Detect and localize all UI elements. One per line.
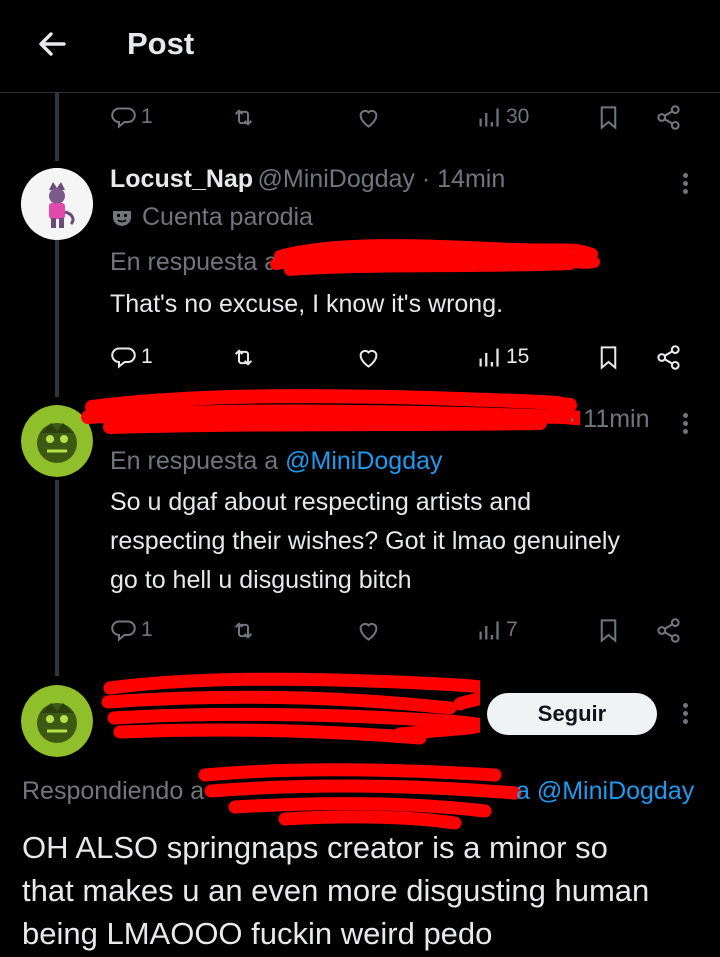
- parody-badge: Cuenta parodia: [110, 203, 313, 232]
- retweet-button[interactable]: [230, 340, 257, 374]
- redaction-scribble: [101, 672, 480, 745]
- retweet-button[interactable]: [230, 613, 257, 647]
- views-button[interactable]: 30: [475, 100, 529, 134]
- thread-line: [55, 240, 59, 397]
- like-button[interactable]: [355, 613, 382, 647]
- share-button[interactable]: [655, 340, 682, 374]
- reply-icon: [111, 619, 136, 642]
- reply-prefix: En respuesta a: [110, 248, 279, 276]
- follow-button[interactable]: Seguir: [487, 693, 657, 735]
- avatar[interactable]: [21, 168, 93, 240]
- display-name[interactable]: Locust_Nap: [110, 165, 253, 193]
- avatar-image: [21, 168, 93, 240]
- action-bar: 1 30: [110, 100, 690, 134]
- views-icon: [479, 108, 499, 126]
- user-handle[interactable]: @MiniDogday: [258, 165, 415, 193]
- redaction-scribble: [270, 239, 600, 276]
- reply-to-link[interactable]: a @MiniDogday: [516, 777, 694, 806]
- views-count: 15: [506, 345, 530, 368]
- reply-button[interactable]: 1: [110, 100, 153, 134]
- avatar-image: [21, 685, 93, 757]
- heart-icon: [359, 109, 378, 128]
- bookmark-button[interactable]: [595, 340, 622, 374]
- heart-icon: [359, 622, 378, 641]
- post-header: Locust_Nap @MiniDogday · 14min: [110, 165, 505, 194]
- reply-context: En respuesta a @MiniDogday: [110, 447, 443, 476]
- back-arrow-icon[interactable]: [34, 26, 70, 62]
- more-options-icon[interactable]: [676, 410, 694, 440]
- views-icon: [479, 621, 499, 639]
- views-icon: [479, 348, 499, 366]
- avatar-image: [21, 405, 93, 477]
- action-bar: 1 15: [110, 340, 690, 374]
- post-text: That's no excuse, I know it's wrong.: [110, 290, 504, 318]
- share-icon: [657, 344, 680, 370]
- share-icon: [657, 617, 680, 643]
- reply-icon: [111, 106, 136, 129]
- reply-to-handle[interactable]: a @MiniDogday: [516, 777, 694, 805]
- badge-label: Cuenta parodia: [142, 203, 313, 231]
- share-button[interactable]: [655, 613, 682, 647]
- timestamp: · 11min: [568, 405, 650, 433]
- like-button[interactable]: [355, 340, 382, 374]
- retweet-icon: [234, 108, 253, 126]
- reply-count: 1: [141, 345, 153, 368]
- views-button[interactable]: 7: [475, 613, 518, 647]
- thread-line: [55, 480, 59, 676]
- reply-count: 1: [141, 105, 153, 128]
- reply-button[interactable]: 1: [110, 340, 153, 374]
- reply-context: En respuesta a: [110, 248, 278, 277]
- heart-icon: [359, 349, 378, 368]
- parody-mask-icon: [113, 210, 131, 226]
- page-title: Post: [127, 26, 195, 61]
- reply-icon: [111, 346, 136, 369]
- reply-context: Respondiendo a: [22, 777, 204, 806]
- reply-prefix: En respuesta a: [110, 447, 286, 475]
- share-button[interactable]: [655, 100, 682, 134]
- retweet-icon: [234, 621, 253, 639]
- redaction-scribble: [81, 389, 580, 434]
- bookmark-button[interactable]: [595, 100, 622, 134]
- reply-to-link[interactable]: @MiniDogday: [285, 447, 442, 475]
- retweet-icon: [234, 348, 253, 366]
- avatar[interactable]: [21, 405, 93, 477]
- views-count: 7: [506, 618, 518, 641]
- more-options-icon[interactable]: [676, 700, 694, 730]
- reply-count: 1: [141, 618, 153, 641]
- action-bar: 1 7: [110, 613, 690, 647]
- timestamp: · 14min: [414, 165, 506, 193]
- thread-line: [55, 93, 59, 161]
- reply-prefix: Respondiendo a: [22, 777, 205, 805]
- post-text: So u dgaf about respecting artists and r…: [110, 488, 620, 594]
- bookmark-icon: [600, 345, 617, 370]
- top-bar: Post: [0, 0, 720, 93]
- share-icon: [657, 104, 680, 130]
- like-button[interactable]: [355, 100, 382, 134]
- bookmark-icon: [600, 618, 617, 643]
- more-options-icon[interactable]: [676, 170, 694, 200]
- views-button[interactable]: 15: [475, 340, 529, 374]
- bookmark-button[interactable]: [595, 613, 622, 647]
- views-count: 30: [506, 105, 530, 128]
- redaction-scribble: [198, 763, 522, 830]
- reply-button[interactable]: 1: [110, 613, 153, 647]
- bookmark-icon: [600, 105, 617, 130]
- avatar[interactable]: [21, 685, 93, 757]
- post-text: OH ALSO springnaps creator is a minor so…: [22, 830, 650, 951]
- retweet-button[interactable]: [230, 100, 257, 134]
